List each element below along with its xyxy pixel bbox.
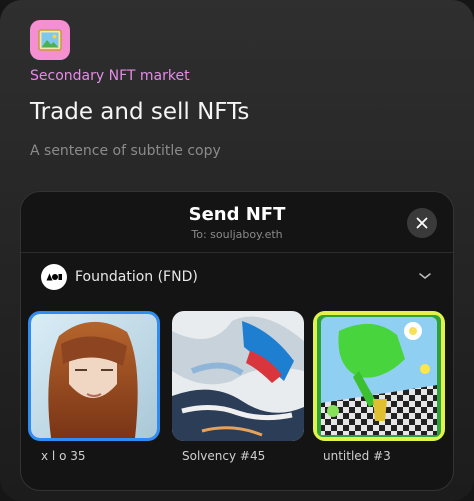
picture-icon [30, 20, 70, 60]
collection-name: Foundation (FND) [75, 269, 198, 285]
nft-card-1[interactable] [28, 311, 160, 441]
close-button[interactable] [407, 208, 437, 238]
nft-image-3 [313, 311, 445, 441]
nft-label-1: x l o 35 [41, 449, 86, 463]
nft-label-3: untitled #3 [323, 449, 391, 463]
nft-card-3[interactable] [313, 311, 445, 441]
foundation-logo [41, 264, 67, 290]
nft-label-2: Solvency #45 [182, 449, 266, 463]
app-card: Secondary NFT market Trade and sell NFTs… [0, 0, 474, 501]
close-icon [416, 217, 428, 229]
nft-image-1 [31, 314, 157, 438]
send-nft-sheet: Send NFT To: souljaboy.eth Foundation (F… [20, 191, 454, 491]
nft-card-2[interactable] [172, 311, 304, 441]
recipient-label: To: souljaboy.eth [191, 228, 283, 241]
collection-selector[interactable]: Foundation (FND) [41, 264, 433, 290]
page-subtitle: A sentence of subtitle copy [30, 143, 221, 159]
page-title: Trade and sell NFTs [30, 99, 250, 125]
nft-image-2 [172, 311, 304, 441]
divider [21, 252, 453, 253]
eyebrow-label: Secondary NFT market [30, 68, 190, 84]
chevron-down-icon[interactable] [419, 272, 431, 280]
sheet-title: Send NFT [188, 204, 286, 225]
